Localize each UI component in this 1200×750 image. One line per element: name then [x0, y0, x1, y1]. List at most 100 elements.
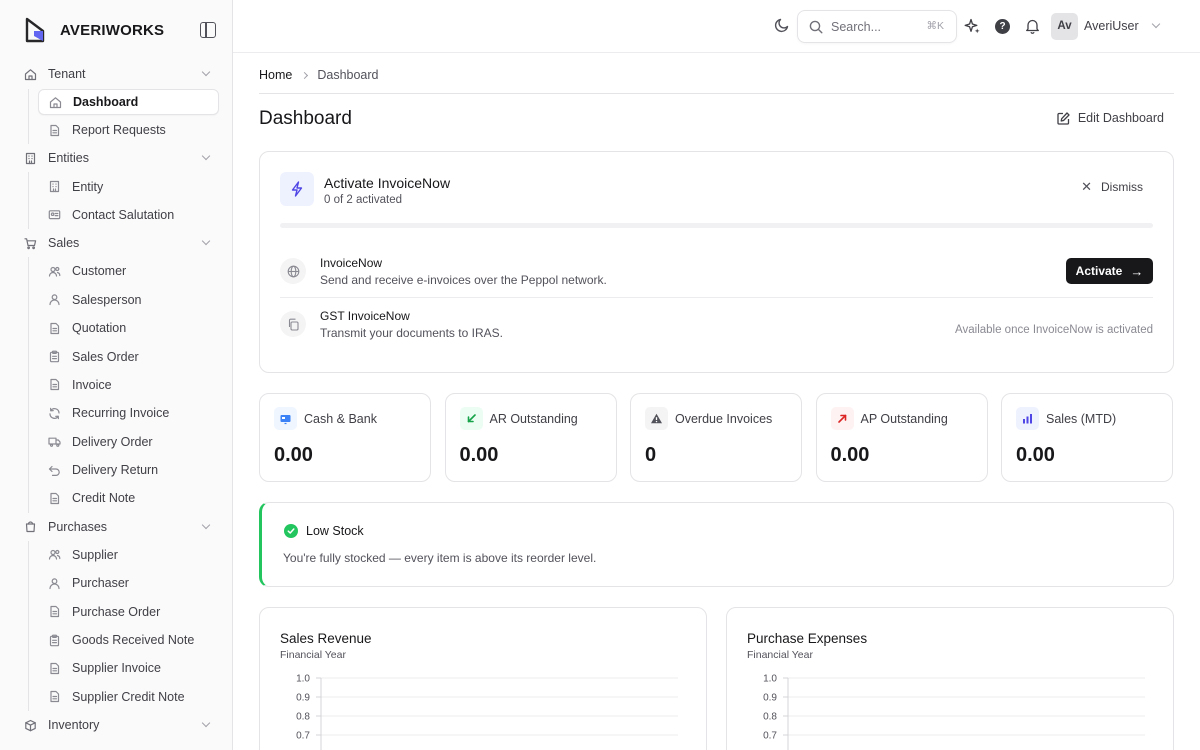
chevron-down-icon[interactable] [201, 67, 211, 77]
sidebar-item-delivery-return[interactable]: Delivery Return [38, 456, 219, 484]
bank-card-icon [274, 407, 297, 430]
username[interactable]: AveriUser [1084, 19, 1139, 33]
search-box[interactable]: ⌘K [797, 10, 957, 43]
sidebar-group-label: Tenant [48, 67, 86, 81]
copy-icon [280, 311, 306, 337]
availability-note: Available once InvoiceNow is activated [955, 324, 1153, 336]
feature-title: GST InvoiceNow [320, 309, 410, 323]
sidebar-item-label: Credit Note [72, 491, 136, 506]
chevron-down-icon[interactable] [201, 152, 211, 161]
search-shortcut: ⌘K [926, 20, 944, 32]
stat-card-ar-outstanding[interactable]: AR Outstanding 0.00 [444, 393, 617, 482]
sidebar-nav: Tenant Dashboard Report Requests Entitie… [0, 60, 232, 739]
sidebar-item-label: Sales Order [72, 349, 139, 364]
feature-title: InvoiceNow [320, 256, 383, 270]
arrow-up-right-icon [830, 407, 854, 430]
sidebar-item-entity[interactable]: Entity [38, 172, 219, 200]
sidebar-group-entities[interactable]: Entities [0, 144, 232, 172]
close-icon: ✕ [1081, 179, 1092, 194]
sidebar-item-recurring-invoice[interactable]: Recurring Invoice [38, 399, 219, 427]
purchase-expenses-chart-card: Purchase Expenses Financial Year 1.0 0.9 0… [726, 607, 1174, 750]
activate-label: Activate [1075, 264, 1123, 278]
chevron-down-icon[interactable] [201, 236, 211, 246]
sidebar-item-label: Delivery Order [72, 434, 153, 449]
brand[interactable]: AVERIWORKS [24, 17, 164, 43]
sidebar-item-supplier[interactable]: Supplier [38, 541, 219, 569]
bolt-icon [280, 172, 314, 206]
sidebar-group-inventory[interactable]: Inventory [0, 711, 232, 739]
sidebar-item-sales-order[interactable]: Sales Order [38, 342, 219, 370]
sidebar-item-supplier-credit-note[interactable]: Supplier Credit Note [38, 683, 219, 711]
y-tick-label: 0.9 [296, 693, 310, 704]
user-icon [48, 577, 61, 590]
search-input[interactable] [831, 19, 921, 34]
chevron-down-icon[interactable] [201, 718, 211, 728]
stat-value: 0.00 [459, 444, 499, 466]
search-icon [809, 20, 823, 34]
sidebar-toggle-icon[interactable] [200, 22, 216, 38]
sidebar-item-purchaser[interactable]: Purchaser [38, 569, 219, 597]
stat-label: AR Outstanding [489, 412, 578, 426]
sidebar-item-report-requests[interactable]: Report Requests [38, 116, 219, 144]
sidebar-item-label: Delivery Return [72, 463, 159, 478]
moon-icon[interactable] [774, 17, 790, 33]
dismiss-button[interactable]: ✕ Dismiss [1081, 179, 1143, 195]
stat-value: 0 [645, 444, 657, 466]
sidebar-group-sales[interactable]: Sales [0, 229, 232, 257]
stat-card-cash-bank[interactable]: Cash & Bank 0.00 [259, 393, 431, 482]
sidebar-item-goods-received-note[interactable]: Goods Received Note [38, 626, 219, 654]
feature-row: InvoiceNow Send and receive e-invoices o… [280, 246, 1153, 298]
help-icon[interactable]: ? [995, 19, 1010, 34]
activate-button[interactable]: Activate → [1066, 258, 1153, 284]
avatar[interactable]: Av [1051, 13, 1078, 40]
sidebar-item-dashboard[interactable]: Dashboard [38, 89, 219, 115]
stat-card-ap-outstanding[interactable]: AP Outstanding 0.00 [815, 393, 988, 482]
file-icon [48, 124, 61, 137]
arrow-down-left-icon [459, 407, 483, 430]
sidebar-item-contact-salutation[interactable]: Contact Salutation [38, 201, 219, 229]
chart-subtitle: Financial Year [747, 649, 813, 661]
stat-value: 0.00 [1016, 444, 1055, 466]
chevron-down-icon[interactable] [1151, 19, 1161, 29]
file-icon [48, 690, 61, 703]
activation-card: Activate InvoiceNow 0 of 2 activated ✕ D… [259, 151, 1174, 373]
sidebar-item-credit-note[interactable]: Credit Note [38, 484, 219, 512]
sidebar-group-tenant[interactable]: Tenant [0, 60, 232, 88]
divider [259, 93, 1174, 94]
file-icon [48, 322, 61, 335]
sidebar-item-label: Customer [72, 264, 127, 279]
users-icon [48, 265, 61, 278]
stat-label: AP Outstanding [860, 412, 948, 426]
sidebar-group-items: Entity Contact Salutation [28, 172, 232, 230]
sidebar-group-purchases[interactable]: Purchases [0, 513, 232, 541]
sidebar-item-purchase-order[interactable]: Purchase Order [38, 597, 219, 625]
main-content: Home Dashboard Dashboard Edit Dashboard … [233, 53, 1200, 750]
sidebar-item-quotation[interactable]: Quotation [38, 314, 219, 342]
sidebar-item-delivery-order[interactable]: Delivery Order [38, 428, 219, 456]
topbar: ⌘K ? Av AveriUser [233, 0, 1200, 53]
chart-title: Purchase Expenses [747, 631, 868, 646]
stat-card-sales-mtd[interactable]: Sales (MTD) 0.00 [1001, 393, 1173, 482]
breadcrumb-home[interactable]: Home [259, 68, 292, 82]
low-stock-title: Low Stock [306, 524, 364, 538]
sidebar-item-supplier-invoice[interactable]: Supplier Invoice [38, 654, 219, 682]
feature-description: Send and receive e-invoices over the Pep… [320, 273, 607, 287]
y-tick-label: 0.9 [763, 693, 777, 704]
stat-label: Cash & Bank [304, 412, 377, 426]
check-circle-icon [284, 524, 298, 538]
sidebar-item-salesperson[interactable]: Salesperson [38, 286, 219, 314]
chevron-right-icon [301, 71, 309, 79]
sparkle-icon[interactable] [964, 18, 981, 35]
y-tick-label: 1.0 [296, 674, 310, 685]
sidebar-item-customer[interactable]: Customer [38, 257, 219, 285]
feature-description: Transmit your documents to IRAS. [320, 326, 503, 340]
breadcrumb: Home Dashboard [259, 68, 379, 82]
chevron-down-icon[interactable] [201, 520, 211, 529]
bell-icon[interactable] [1025, 18, 1040, 34]
sidebar-item-invoice[interactable]: Invoice [38, 371, 219, 399]
stat-card-overdue-invoices[interactable]: Overdue Invoices 0 [630, 393, 802, 482]
y-tick-label: 1.0 [763, 674, 777, 685]
low-stock-message: You're fully stocked — every item is abo… [283, 551, 597, 565]
edit-dashboard-button[interactable]: Edit Dashboard [1057, 111, 1164, 125]
chart-subtitle: Financial Year [280, 649, 346, 661]
